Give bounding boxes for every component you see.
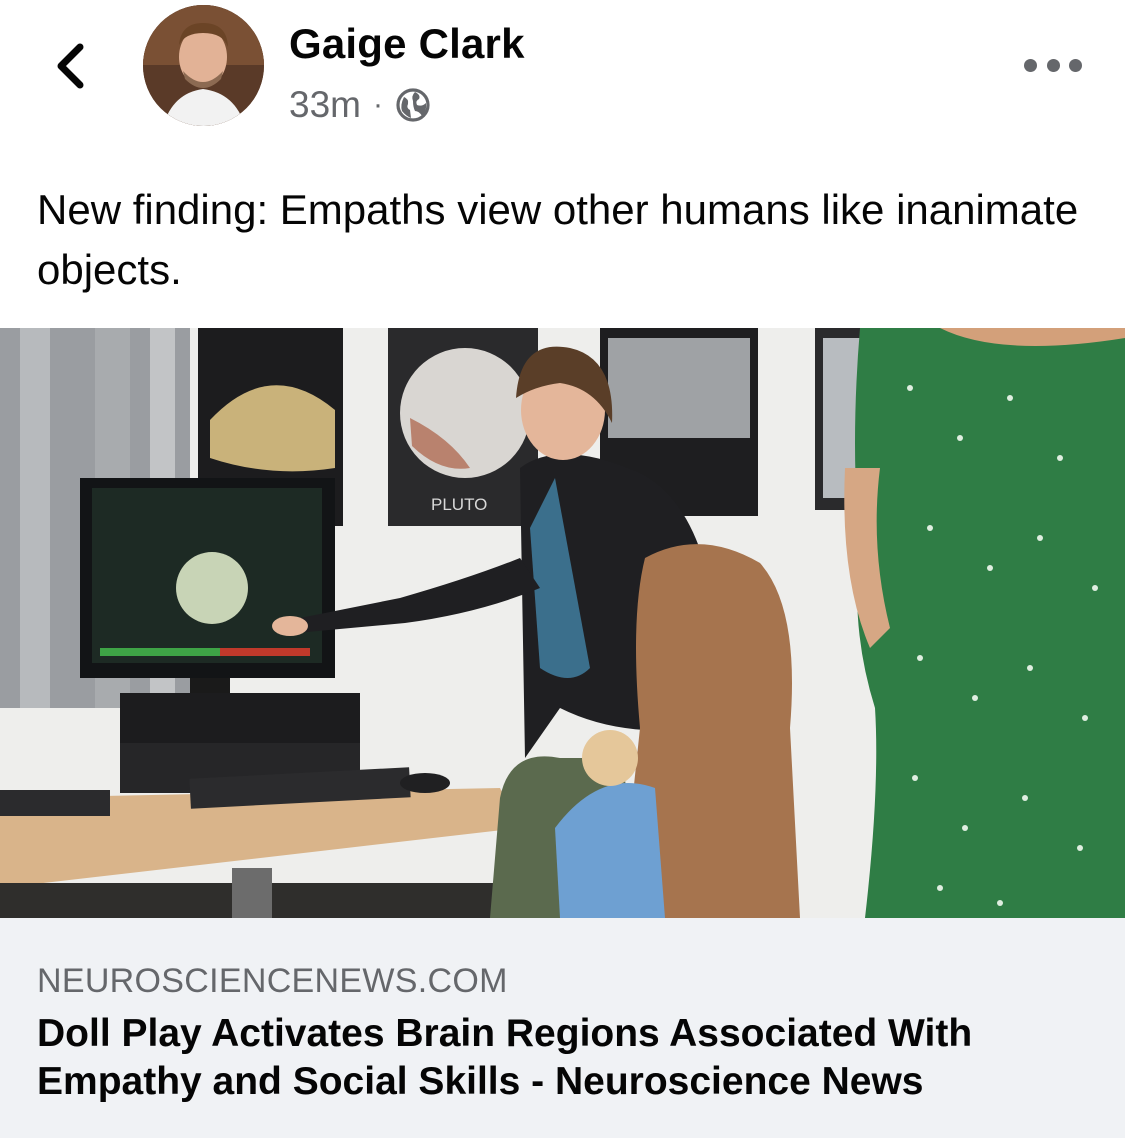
more-horizontal-icon (1024, 58, 1037, 72)
facebook-post: Gaige Clark 33m · New finding: Empaths v… (0, 0, 1125, 1138)
more-options-button[interactable] (1024, 52, 1082, 78)
link-title[interactable]: Doll Play Activates Brain Regions Associ… (37, 1010, 1097, 1106)
post-time[interactable]: 33m (289, 84, 361, 126)
meta-separator: · (372, 88, 383, 121)
poster-label: PLUTO (431, 495, 487, 514)
author-name[interactable]: Gaige Clark (289, 20, 525, 68)
link-domain: NEUROSCIENCENEWS.COM (37, 962, 508, 1000)
post-photo[interactable]: PLUTO (0, 328, 1125, 918)
link-preview-card[interactable]: NEUROSCIENCENEWS.COM Doll Play Activates… (0, 918, 1125, 1138)
avatar[interactable] (143, 5, 264, 126)
chevron-left-icon (57, 43, 84, 89)
post-caption: New finding: Empaths view other humans l… (37, 186, 1079, 293)
back-button[interactable] (44, 38, 96, 94)
post-meta: 33m · (289, 82, 431, 128)
globe-icon[interactable] (395, 87, 431, 123)
